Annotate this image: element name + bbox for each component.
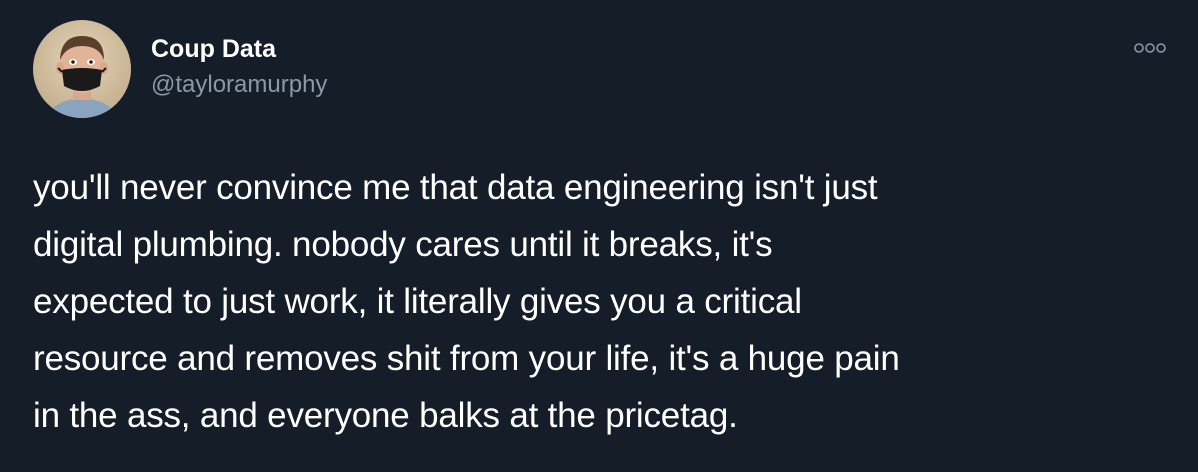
- author-handle[interactable]: @tayloramurphy: [151, 70, 327, 100]
- tweet-text-line: digital plumbing. nobody cares until it …: [33, 225, 773, 264]
- tweet-text-line: resource and removes shit from your life…: [33, 339, 900, 378]
- tweet-text-line: you'll never convince me that data engin…: [33, 168, 878, 207]
- more-options-button[interactable]: [1128, 34, 1172, 62]
- tweet-text-line: in the ass, and everyone balks at the pr…: [33, 396, 738, 435]
- tweet-text: you'll never convince me that data engin…: [33, 159, 1173, 444]
- author-info: Coup Data @tayloramurphy: [151, 34, 327, 100]
- author-display-name[interactable]: Coup Data: [151, 34, 327, 64]
- avatar-photo-icon: [33, 20, 131, 118]
- author-avatar[interactable]: [33, 20, 131, 118]
- tweet-text-line: expected to just work, it literally give…: [33, 282, 802, 321]
- tweet-card: Coup Data @tayloramurphy you'll never co…: [0, 0, 1198, 472]
- more-options-icon: [1134, 43, 1166, 53]
